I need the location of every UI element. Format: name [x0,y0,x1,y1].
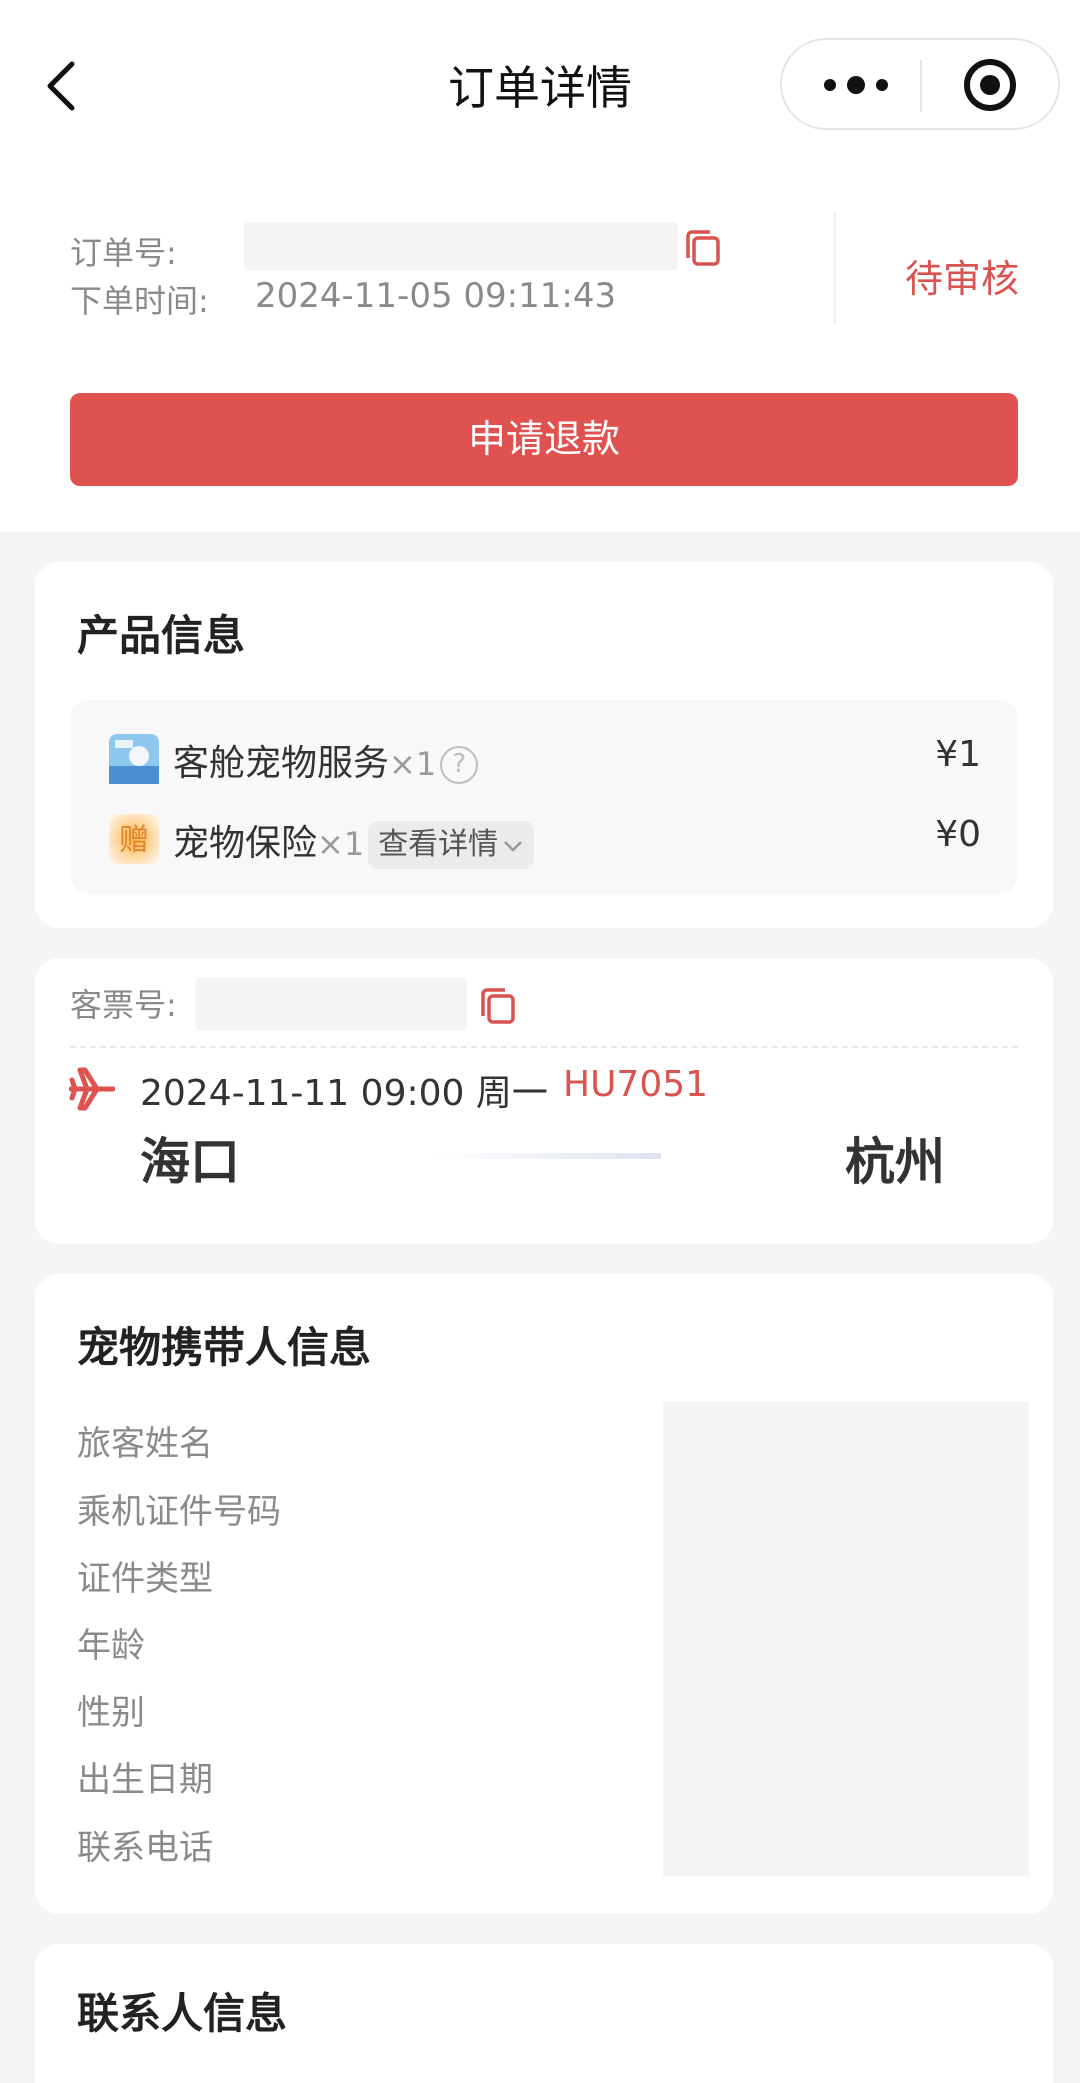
product-name: 宠物保险 [173,823,318,864]
nav-bar: 订单详情 [0,0,1080,170]
copy-order-number-button[interactable] [682,228,722,268]
copy-icon [686,230,720,266]
capsule-divider [920,60,922,112]
target-close-icon [964,59,1016,111]
product-qty: ×1 [389,745,437,783]
mini-program-capsule [780,38,1060,130]
airplane-icon [68,1066,116,1112]
order-time-value: 2024-11-05 09:11:43 [255,276,617,316]
header-divider [834,212,836,324]
more-button[interactable] [806,50,906,120]
product-list: 客舱宠物服务×1? ¥1 赠 宠物保险×1 查看详情 ¥0 [71,700,1017,894]
product-price: ¥1 [935,734,981,775]
route-arrow [435,1153,661,1159]
order-time-label: 下单时间: [70,282,209,320]
product-name-wrap: 客舱宠物服务×1? [173,734,479,786]
flight-number: HU7051 [563,1064,709,1105]
product-name: 客舱宠物服务 [173,743,390,784]
contact-info-title: 联系人信息 [77,1989,288,2038]
arrival-city: 杭州 [845,1133,945,1191]
view-details-label: 查看详情 [378,827,499,862]
departure-city: 海口 [140,1133,240,1191]
field-label-passenger-name: 旅客姓名 [77,1424,213,1464]
field-label-birth-date: 出生日期 [77,1760,213,1800]
close-button[interactable] [940,50,1040,120]
list-item: 客舱宠物服务×1? ¥1 [71,728,1017,788]
product-info-title: 产品信息 [77,611,246,660]
product-qty: ×1 [317,825,365,863]
pet-carrier-info-card: 宠物携带人信息 旅客姓名 乘机证件号码 证件类型 年龄 性别 出生日期 联系电话 [35,1274,1053,1914]
ticket-number-redacted [195,978,467,1030]
copy-icon [481,988,515,1024]
order-number-label: 订单号: [70,234,177,272]
field-label-phone: 联系电话 [77,1828,213,1868]
field-label-age: 年龄 [77,1626,145,1666]
field-label-id-number: 乘机证件号码 [77,1492,281,1532]
help-question-icon[interactable]: ? [440,746,479,784]
chevron-down-icon [504,840,523,852]
status-badge: 待审核 [905,257,1020,301]
contact-info-card: 联系人信息 [35,1944,1053,2083]
gift-badge-icon: 赠 [109,814,159,864]
flight-datetime: 2024-11-11 09:00 周一 [140,1073,548,1114]
dashed-divider [70,1046,1018,1048]
copy-ticket-number-button[interactable] [477,986,517,1026]
view-details-button[interactable]: 查看详情 [368,821,535,869]
refund-button[interactable]: 申请退款 [70,393,1018,486]
pet-carrier-info-title: 宠物携带人信息 [77,1323,372,1372]
ticket-number-label: 客票号: [70,986,177,1024]
field-label-gender: 性别 [77,1693,145,1733]
field-label-id-type: 证件类型 [77,1559,213,1599]
product-name-wrap: 宠物保险×1 查看详情 [173,814,535,869]
cabin-pet-service-icon [109,734,159,784]
order-number-redacted [244,222,678,270]
gift-badge-text: 赠 [119,823,149,858]
list-item: 赠 宠物保险×1 查看详情 ¥0 [71,808,1017,869]
order-header: 订单号: 下单时间: 2024-11-05 09:11:43 待审核 申请退款 [0,170,1080,532]
product-price: ¥0 [935,814,981,855]
passenger-values-redacted [663,1402,1029,1876]
flight-ticket-card: 客票号: 2024-11-11 09:00 周一 HU7051 海口 杭州 [35,958,1053,1244]
product-info-card: 产品信息 客舱宠物服务×1? ¥1 赠 宠物保险×1 查看详情 ¥0 [35,562,1053,928]
more-dots-icon [824,76,888,94]
